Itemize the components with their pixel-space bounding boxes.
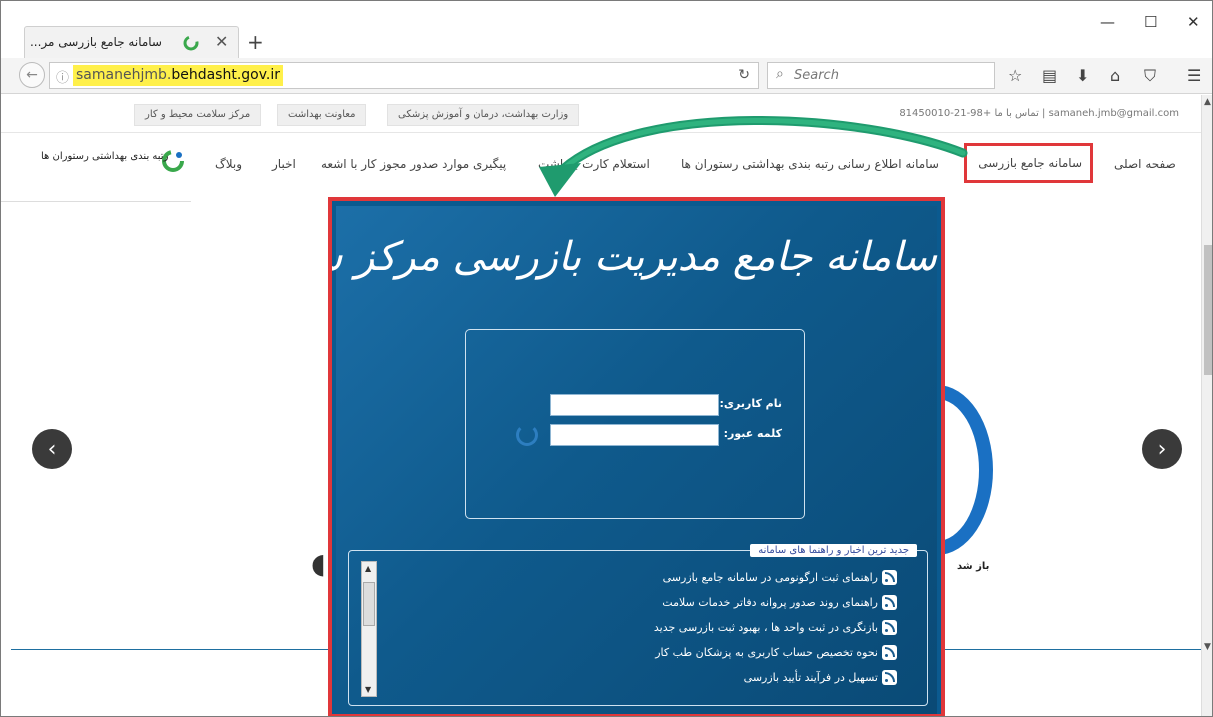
back-arrow-icon[interactable]: ← — [19, 62, 45, 88]
brand-text[interactable]: رتبه بندی بهداشتی رستوران ها — [41, 151, 168, 162]
main-menu: صفحه اصلی سامانه جامع بازرسی سامانه اطلا… — [1, 133, 1201, 201]
menu-item-home[interactable]: صفحه اصلی — [1114, 157, 1176, 171]
rss-icon — [882, 645, 897, 660]
refresh-icon[interactable] — [516, 424, 538, 446]
close-window-icon[interactable]: ✕ — [1187, 13, 1200, 31]
password-field[interactable] — [550, 424, 719, 446]
search-placeholder: Search — [794, 68, 839, 83]
menu-item-label: سامانه جامع بازرسی — [978, 156, 1082, 170]
username-label: نام کاربری: — [719, 397, 782, 410]
news-item[interactable]: تسهیل در فرآیند تأیید بازرسی — [457, 665, 897, 690]
download-icon[interactable]: ⬇ — [1076, 66, 1089, 85]
scroll-down-icon[interactable]: ▼ — [1204, 642, 1211, 652]
menu-icon[interactable]: ☰ — [1187, 66, 1201, 85]
site-favicon-icon — [183, 35, 199, 51]
news-item-label: راهنمای روند صدور پروانه دفاتر خدمات سلا… — [662, 596, 878, 609]
contact-text[interactable]: تماس با ما +98-21-81450010 | samaneh.jmb… — [899, 108, 1179, 119]
browser-window: سامانه جامع بازرسی مر... ✕ + — ☐ ✕ ← ⓘ s… — [0, 0, 1213, 717]
minimize-icon[interactable]: — — [1100, 13, 1115, 31]
news-item-label: راهنمای ثبت ارگونومی در سامانه جامع بازر… — [662, 571, 878, 584]
news-item-label: بازنگری در ثبت واحد ها ، بهبود ثبت بازرس… — [653, 621, 878, 634]
url-domain: behdasht.gov.ir — [171, 67, 281, 83]
news-item-label: نحوه تخصیص حساب کاربری به پزشکان طب کار — [655, 646, 878, 659]
top-strip: تماس با ما +98-21-81450010 | samaneh.jmb… — [1, 95, 1201, 133]
scroll-thumb[interactable] — [1204, 245, 1212, 375]
reload-icon[interactable]: ↻ — [738, 67, 750, 83]
search-input[interactable]: ⌕ Search — [767, 62, 995, 89]
carousel-next-button[interactable]: › — [1142, 429, 1182, 469]
rss-icon — [882, 670, 897, 685]
news-scroll-thumb[interactable] — [363, 582, 375, 626]
search-icon: ⌕ — [776, 66, 784, 82]
title-bar: سامانه جامع بازرسی مر... ✕ + — ☐ ✕ — [1, 1, 1212, 58]
news-list: راهنمای ثبت ارگونومی در سامانه جامع بازر… — [457, 565, 897, 690]
scroll-up-icon[interactable]: ▲ — [1204, 97, 1211, 107]
rss-icon — [882, 570, 897, 585]
bookmark-star-icon[interactable]: ☆ — [1008, 66, 1022, 85]
news-scroll-down-icon[interactable]: ▼ — [365, 685, 371, 694]
login-form: نام کاربری: کلمه عبور: — [465, 329, 805, 519]
ministry-link[interactable]: وزارت بهداشت، درمان و آموزش پزشکی — [387, 104, 580, 126]
news-item[interactable]: راهنمای ثبت ارگونومی در سامانه جامع بازر… — [457, 565, 897, 590]
slide-text: باز شد — [957, 561, 990, 572]
tab-close-icon[interactable]: ✕ — [215, 32, 228, 51]
new-tab-icon[interactable]: + — [247, 30, 264, 54]
news-scrollbar[interactable]: ▲ ▼ — [361, 561, 377, 697]
url-bar[interactable]: ⓘ samanehjmb.behdasht.gov.ir ↻ — [49, 62, 759, 89]
menu-item-news[interactable]: اخبار — [272, 157, 296, 171]
menu-item-radiation-permit[interactable]: پیگیری موارد صدور مجوز کار با اشعه — [321, 157, 506, 171]
password-label: کلمه عبور: — [723, 427, 782, 440]
pocket-icon[interactable]: ⛉ — [1144, 66, 1156, 86]
home-icon[interactable]: ⌂ — [1110, 66, 1120, 85]
news-item-label: تسهیل در فرآیند تأیید بازرسی — [743, 671, 878, 684]
news-item[interactable]: نحوه تخصیص حساب کاربری به پزشکان طب کار — [457, 640, 897, 665]
slide-graphic-fragment: ◖ — [311, 547, 326, 580]
browser-tab[interactable]: سامانه جامع بازرسی مر... ✕ — [24, 26, 239, 58]
news-item[interactable]: بازنگری در ثبت واحد ها ، بهبود ثبت بازرس… — [457, 615, 897, 640]
deputy-health-link[interactable]: معاونت بهداشت — [277, 104, 367, 126]
login-panel: سامانه جامع مدیریت بازرسی مرکز سلامت محی… — [332, 206, 937, 714]
rss-icon — [882, 595, 897, 610]
menu-item-health-card[interactable]: استعلام کارت بهداشت — [538, 157, 650, 171]
menu-item-blog[interactable]: وبلاگ — [215, 157, 242, 171]
menu-item-inspection-system[interactable]: سامانه جامع بازرسی — [964, 143, 1093, 183]
carousel-prev-button[interactable]: ‹ — [32, 429, 72, 469]
url-text[interactable]: samanehjmb.behdasht.gov.ir — [73, 65, 284, 86]
login-screenshot-callout: سامانه جامع مدیریت بازرسی مرکز سلامت محی… — [328, 197, 945, 716]
tab-title: سامانه جامع بازرسی مر... — [29, 35, 162, 49]
news-panel: جدید ترین اخبار و راهنما های سامانه ▲ ▼ … — [348, 544, 928, 706]
news-header: جدید ترین اخبار و راهنما های سامانه — [750, 544, 917, 557]
brand-divider — [1, 201, 191, 202]
news-item[interactable]: راهنمای روند صدور پروانه دفاتر خدمات سلا… — [457, 590, 897, 615]
reader-icon[interactable]: ▤ — [1042, 66, 1057, 85]
maximize-icon[interactable]: ☐ — [1144, 13, 1157, 31]
environment-center-link[interactable]: مرکز سلامت محیط و کار — [134, 104, 262, 126]
navigation-bar: ← ⓘ samanehjmb.behdasht.gov.ir ↻ ⌕ Searc… — [1, 58, 1212, 94]
news-scroll-up-icon[interactable]: ▲ — [365, 564, 371, 573]
menu-item-restaurant-rating[interactable]: سامانه اطلاع رسانی رتبه بندی بهداشتی رست… — [681, 157, 939, 171]
rss-icon — [882, 620, 897, 635]
login-title: سامانه جامع مدیریت بازرسی مرکز سلامت محی… — [332, 234, 937, 280]
username-field[interactable] — [550, 394, 719, 416]
site-info-icon[interactable]: ⓘ — [56, 67, 69, 86]
page-scrollbar[interactable]: ▲ ▼ — [1201, 95, 1212, 716]
url-prefix: samanehjmb. — [76, 67, 172, 83]
